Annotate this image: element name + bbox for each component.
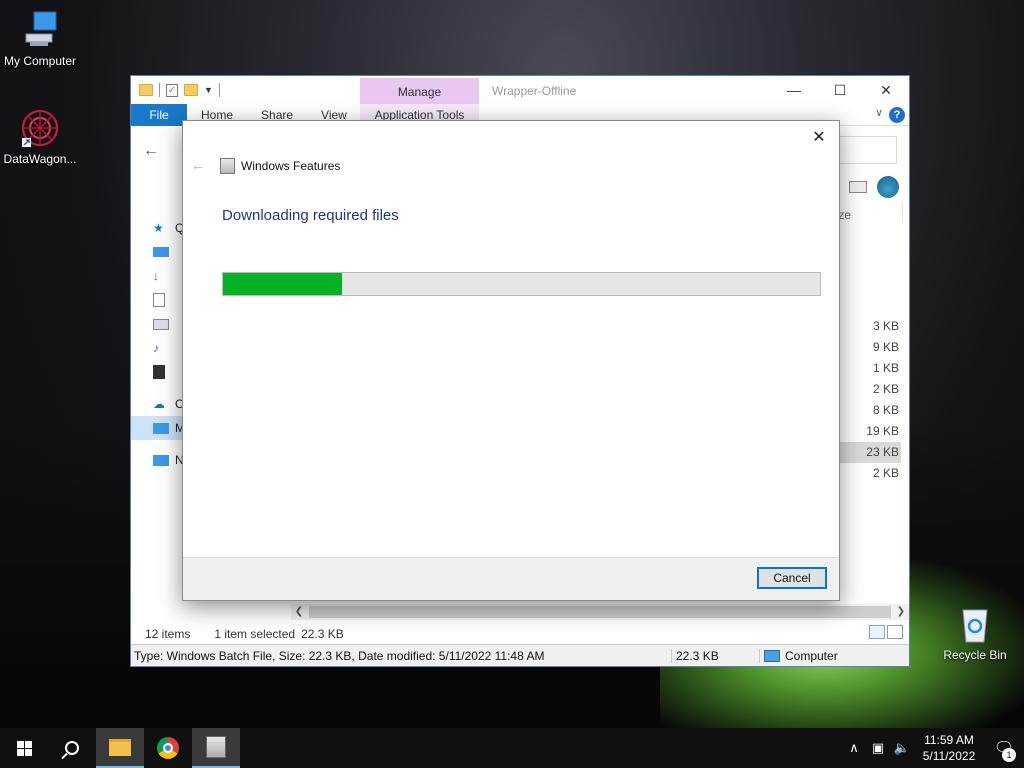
windows-features-icon — [206, 736, 226, 758]
chevron-up-icon[interactable]: ∧ — [842, 740, 866, 756]
clock-time: 11:59 AM — [924, 733, 974, 747]
view-buttons — [869, 625, 903, 639]
taskbar-file-explorer[interactable] — [96, 728, 144, 768]
dialog-title: Windows Features — [241, 159, 341, 173]
separator — [218, 83, 220, 97]
desktop-icon-label: Recycle Bin — [943, 648, 1007, 662]
new-folder-icon[interactable] — [184, 84, 198, 96]
download-arrow-icon: ↓ — [153, 269, 159, 283]
scrollbar-thumb[interactable] — [309, 606, 891, 618]
star-icon: ★ — [153, 221, 164, 235]
clock[interactable]: 11:59 AM 5/11/2022 — [914, 732, 984, 764]
dialog-heading: Downloading required files — [222, 207, 399, 224]
datawagon-shortcut-icon — [20, 108, 60, 148]
network-icon — [153, 454, 169, 466]
status-bar: 12 items 1 item selected 22.3 KB — [131, 623, 909, 645]
file-size-detail: 22.3 KB — [671, 648, 759, 663]
file-description: Type: Windows Batch File, Size: 22.3 KB,… — [134, 648, 545, 663]
explorer-titlebar: ✓ ▼ Manage Wrapper-Offline — ☐ ✕ — [131, 76, 909, 106]
mail-icon[interactable] — [849, 181, 867, 193]
search-button[interactable] — [48, 728, 96, 768]
action-center-button[interactable]: 🗨 1 — [984, 738, 1024, 762]
size-column-header[interactable]: ze — [838, 208, 851, 222]
windows-features-dialog: ✕ ← Windows Features Downloading require… — [182, 120, 840, 601]
system-tray: ∧ ▣ 🔈 11:59 AM 5/11/2022 🗨 1 — [842, 728, 1024, 768]
desktop-icon — [153, 247, 169, 257]
location-detail: Computer — [759, 648, 838, 663]
separator — [159, 83, 160, 97]
network-icon[interactable]: ▣ — [866, 740, 890, 756]
document-icon — [153, 293, 165, 307]
search-input[interactable] — [837, 136, 897, 164]
file-explorer-icon — [109, 738, 131, 756]
items-count: 12 items — [145, 627, 191, 641]
windows-features-icon — [220, 158, 235, 174]
shell-icon[interactable] — [877, 176, 899, 198]
music-icon: ♪ — [153, 341, 159, 355]
computer-icon — [153, 422, 169, 434]
download-progress-bar — [222, 272, 821, 296]
manage-contextual-tab[interactable]: Manage — [360, 78, 479, 106]
horizontal-scrollbar[interactable]: ❮ ❯ — [291, 604, 909, 620]
chrome-icon — [157, 737, 179, 759]
volume-icon[interactable]: 🔈 — [890, 740, 914, 756]
properties-icon[interactable]: ✓ — [166, 83, 178, 97]
desktop-icon-datawagon[interactable]: DataWagon... — [0, 108, 80, 166]
location-label: Computer — [785, 648, 838, 663]
close-icon[interactable]: ✕ — [808, 127, 830, 149]
desktop-icon-recycle-bin[interactable]: Recycle Bin — [935, 604, 1015, 662]
details-view-icon[interactable] — [869, 625, 885, 639]
scroll-right-icon[interactable]: ❯ — [893, 604, 909, 620]
maximize-button[interactable]: ☐ — [817, 76, 863, 104]
search-icon — [65, 741, 79, 755]
details-bar: Type: Windows Batch File, Size: 22.3 KB,… — [131, 644, 909, 666]
recycle-bin-icon — [955, 604, 995, 644]
chevron-down-icon[interactable]: ∨ — [875, 106, 883, 119]
clock-date: 5/11/2022 — [922, 749, 976, 763]
tab-file[interactable]: File — [131, 103, 187, 126]
progress-fill — [223, 273, 343, 295]
quick-access-toolbar: ✓ ▼ — [131, 83, 360, 97]
cloud-icon: ☁ — [153, 397, 165, 411]
computer-icon — [20, 10, 60, 50]
selection-text: 1 item selected — [214, 627, 296, 641]
taskbar: ∧ ▣ 🔈 11:59 AM 5/11/2022 🗨 1 — [0, 728, 1024, 768]
video-icon — [153, 365, 165, 379]
folder-icon[interactable] — [139, 84, 153, 96]
taskbar-chrome[interactable] — [144, 728, 192, 768]
taskbar-windows-features[interactable] — [192, 728, 240, 768]
scroll-left-icon[interactable]: ❮ — [291, 604, 307, 620]
explorer-extra-toolbar — [849, 176, 899, 198]
minimize-button[interactable]: — — [771, 76, 817, 104]
customize-qat-icon[interactable]: ▼ — [204, 85, 213, 95]
large-icons-view-icon[interactable] — [887, 625, 903, 639]
back-arrow-icon: ← — [191, 157, 205, 173]
window-controls: — ☐ ✕ — [771, 76, 909, 104]
window-title: Wrapper-Offline — [492, 84, 577, 98]
start-button[interactable] — [0, 728, 48, 768]
close-window-button[interactable]: ✕ — [863, 76, 909, 104]
selection-size: 22.3 KB — [301, 627, 344, 641]
back-arrow-icon[interactable]: ← — [143, 142, 159, 160]
notification-badge: 1 — [1002, 748, 1016, 762]
computer-icon — [764, 649, 780, 662]
desktop-icon-label: DataWagon... — [3, 152, 77, 166]
windows-logo-icon — [16, 740, 32, 756]
cancel-button[interactable]: Cancel — [757, 567, 827, 589]
desktop-icon-label: My Computer — [3, 54, 77, 68]
help-icon[interactable]: ? — [889, 107, 905, 123]
column-divider — [902, 202, 903, 224]
desktop-icon-my-computer[interactable]: My Computer — [0, 10, 80, 68]
pictures-icon — [153, 318, 169, 330]
dialog-footer: Cancel — [183, 557, 839, 600]
